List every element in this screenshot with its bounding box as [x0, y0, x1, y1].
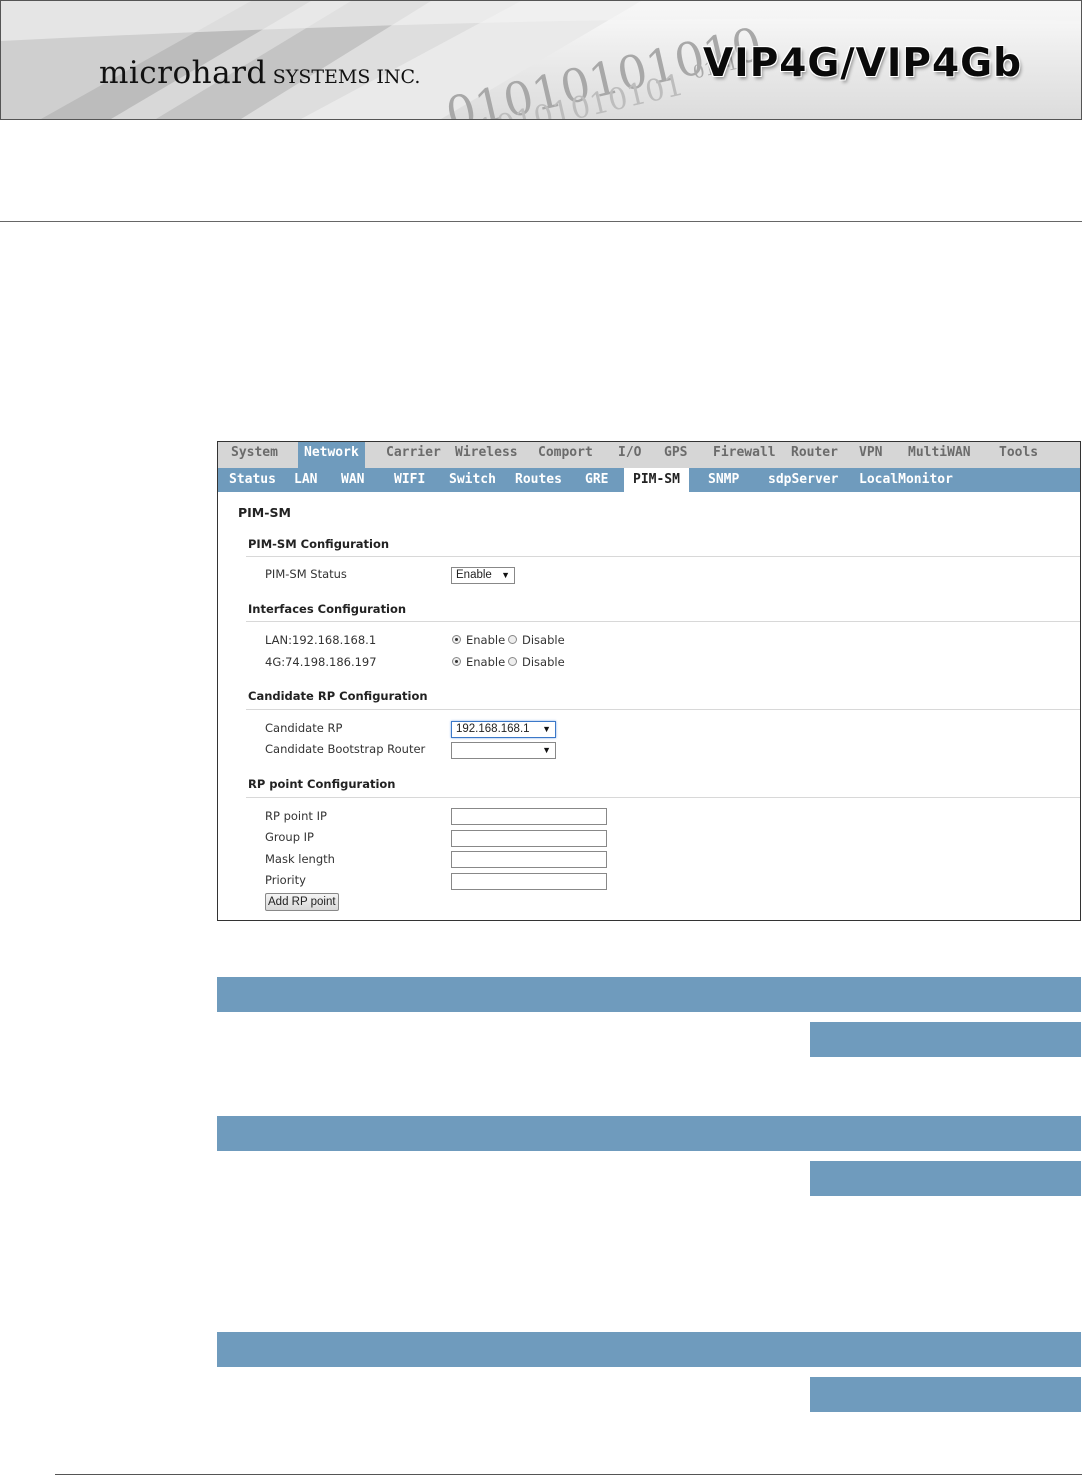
pimsm-status-label: PIM-SM Status — [265, 567, 347, 581]
chevron-down-icon: ▼ — [542, 724, 551, 734]
table-header-bar — [217, 977, 1081, 1012]
pimsm-status-select[interactable]: Enable ▼ — [451, 567, 515, 584]
section-rp-point-config: RP point Configuration — [248, 777, 396, 791]
priority-label: Priority — [265, 873, 306, 887]
tab-router[interactable]: Router — [791, 445, 838, 460]
section-candidate-rp-config: Candidate RP Configuration — [248, 689, 428, 703]
candidate-rp-value: 192.168.168.1 — [456, 723, 530, 735]
priority-input[interactable] — [451, 873, 607, 890]
rp-point-ip-label: RP point IP — [265, 809, 327, 823]
table-header-bar — [217, 1116, 1081, 1151]
chevron-down-icon: ▼ — [542, 745, 551, 755]
candidate-rp-select[interactable]: 192.168.168.1 ▼ — [451, 721, 556, 738]
subtab-localmonitor[interactable]: LocalMonitor — [859, 472, 953, 487]
subtab-wifi[interactable]: WIFI — [394, 472, 425, 487]
group-ip-input[interactable] — [451, 830, 607, 847]
tab-system[interactable]: System — [231, 445, 278, 460]
tab-wireless[interactable]: Wireless — [455, 445, 518, 460]
table-header-bar — [217, 1332, 1081, 1367]
sub-tab-bar: Status LAN WAN WIFI Switch Routes GRE PI… — [218, 468, 1080, 492]
radio-label: Enable — [466, 655, 506, 669]
company-name: microhard SYSTEMS INC. — [99, 55, 420, 91]
radio-label: Enable — [466, 633, 506, 647]
footer-rule — [55, 1474, 1082, 1475]
page-title: PIM-SM — [238, 505, 291, 520]
subtab-pimsm[interactable]: PIM-SM — [624, 468, 689, 492]
subtab-gre[interactable]: GRE — [585, 472, 608, 487]
tab-firewall[interactable]: Firewall — [713, 445, 776, 460]
subtab-lan[interactable]: LAN — [294, 472, 317, 487]
subtab-sdpserver[interactable]: sdpServer — [768, 472, 838, 487]
section-divider — [246, 621, 1080, 622]
interface-lan-label: LAN:192.168.168.1 — [265, 633, 377, 647]
rp-point-ip-input[interactable] — [451, 808, 607, 825]
chevron-down-icon: ▼ — [501, 570, 510, 580]
mask-length-label: Mask length — [265, 852, 335, 866]
product-name: VIP4G/VIP4Gb — [703, 41, 1023, 86]
pimsm-status-value: Enable — [456, 569, 492, 581]
interface-lan-enable-radio[interactable] — [452, 635, 461, 644]
group-ip-label: Group IP — [265, 830, 314, 844]
section-pimsm-config: PIM-SM Configuration — [248, 537, 390, 551]
tab-vpn[interactable]: VPN — [859, 445, 882, 460]
candidate-bsr-select[interactable]: ▼ — [451, 742, 556, 759]
table-default-bar — [810, 1377, 1081, 1412]
tab-tools[interactable]: Tools — [999, 445, 1038, 460]
company-main: microhard — [99, 55, 267, 91]
subtab-routes[interactable]: Routes — [515, 472, 562, 487]
tab-carrier[interactable]: Carrier — [386, 445, 441, 460]
table-default-bar — [810, 1022, 1081, 1057]
company-sub: SYSTEMS INC. — [272, 66, 421, 88]
header-banner: 01010101010 010101010101 0101 microhard S… — [0, 0, 1082, 120]
subtab-status[interactable]: Status — [229, 472, 276, 487]
section-divider — [246, 709, 1080, 710]
tab-multiwan[interactable]: MultiWAN — [908, 445, 971, 460]
radio-label: Disable — [522, 633, 565, 647]
radio-label: Disable — [522, 655, 565, 669]
section-interfaces-config: Interfaces Configuration — [248, 602, 407, 616]
section-divider — [246, 556, 1080, 557]
tab-io[interactable]: I/O — [618, 445, 641, 460]
table-default-bar — [810, 1161, 1081, 1196]
tab-gps[interactable]: GPS — [664, 445, 687, 460]
interface-4g-label: 4G:74.198.186.197 — [265, 655, 377, 669]
add-rp-point-button[interactable]: Add RP point — [265, 893, 339, 911]
tab-network[interactable]: Network — [298, 442, 365, 468]
pimsm-screenshot: System Network Carrier Wireless Comport … — [217, 441, 1081, 921]
subtab-wan[interactable]: WAN — [341, 472, 364, 487]
section-divider — [246, 797, 1080, 798]
interface-4g-disable-radio[interactable] — [508, 657, 517, 666]
tab-comport[interactable]: Comport — [538, 445, 593, 460]
subtab-switch[interactable]: Switch — [449, 472, 496, 487]
subtab-snmp[interactable]: SNMP — [708, 472, 739, 487]
mask-length-input[interactable] — [451, 851, 607, 868]
interface-lan-disable-radio[interactable] — [508, 635, 517, 644]
candidate-rp-label: Candidate RP — [265, 721, 343, 735]
interface-4g-enable-radio[interactable] — [452, 657, 461, 666]
main-tab-bar: System Network Carrier Wireless Comport … — [218, 442, 1080, 468]
header-rule — [0, 221, 1082, 222]
candidate-bsr-label: Candidate Bootstrap Router — [265, 742, 426, 756]
